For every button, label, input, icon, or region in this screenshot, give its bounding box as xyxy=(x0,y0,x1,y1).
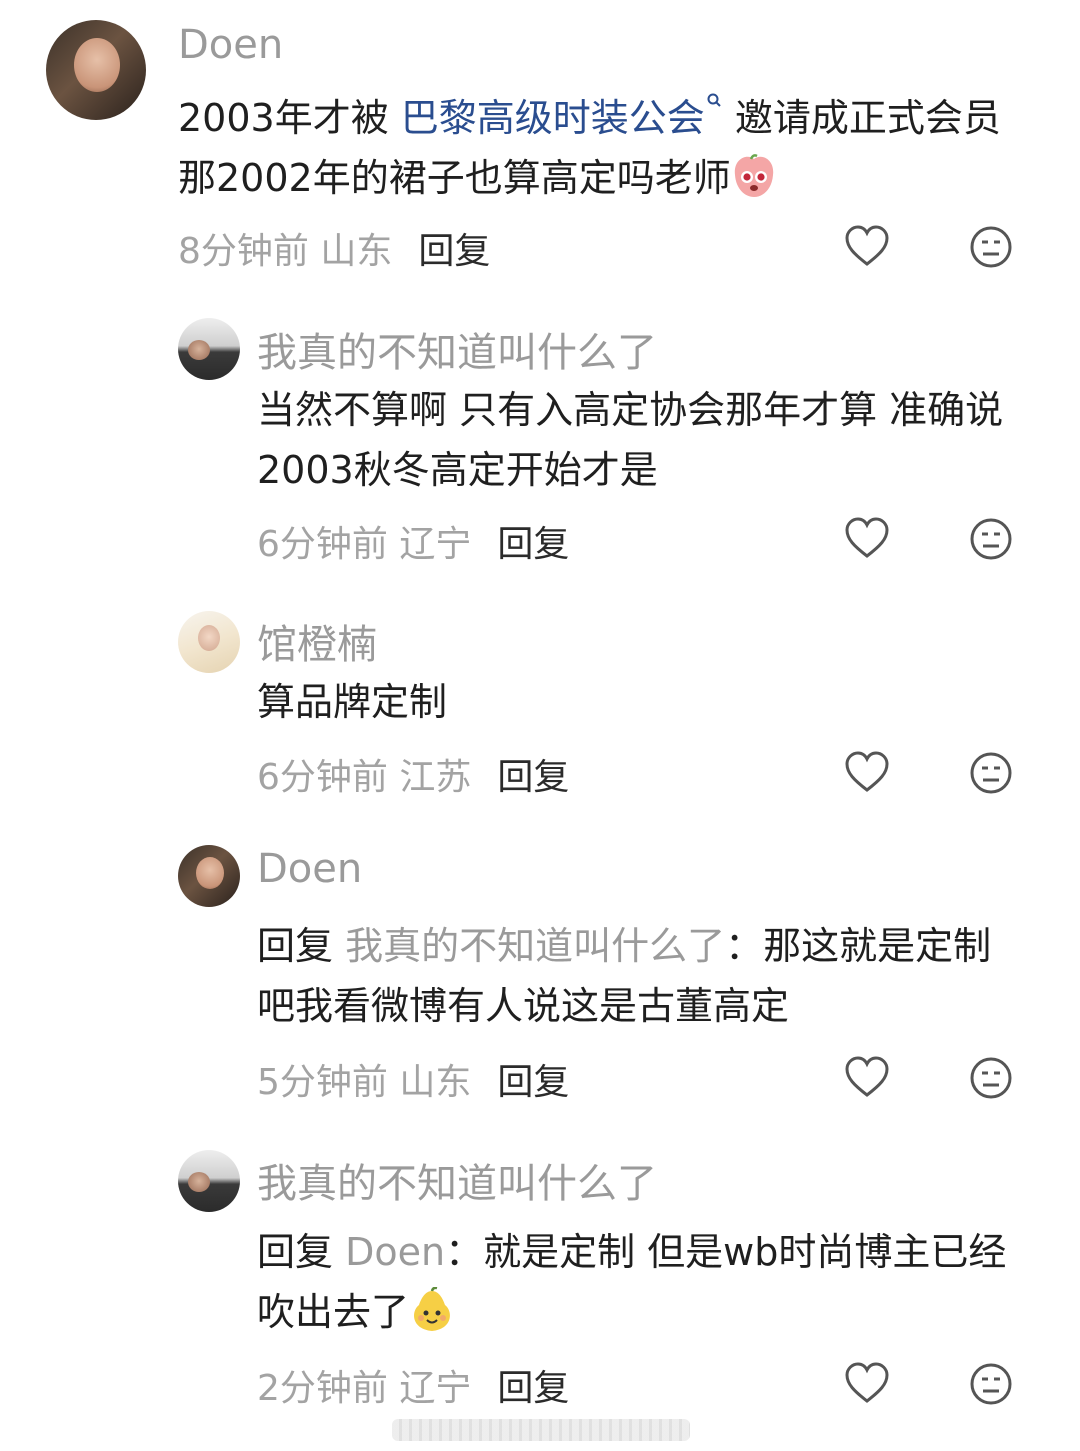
heart-outline-icon[interactable] xyxy=(844,224,890,270)
reply-to-username[interactable]: Doen xyxy=(345,1230,445,1274)
reply-to-username[interactable]: 我真的不知道叫什么了 xyxy=(345,924,725,968)
username[interactable]: 我真的不知道叫什么了 xyxy=(257,320,657,378)
avatar[interactable] xyxy=(178,611,240,673)
heart-outline-icon[interactable] xyxy=(844,516,890,562)
comment-text: 回复 我真的不知道叫什么了：那这就是定制吧我看微博有人说这是古董高定 xyxy=(257,916,1027,1036)
time-location: 2分钟前 辽宁 xyxy=(257,1368,472,1409)
reply-button[interactable]: 回复 xyxy=(497,524,569,565)
username[interactable]: 我真的不知道叫什么了 xyxy=(257,1151,657,1209)
heart-outline-icon[interactable] xyxy=(844,1055,890,1101)
meh-face-icon[interactable] xyxy=(968,516,1014,562)
search-icon xyxy=(707,93,721,107)
comment-text-part: 2003年才被 xyxy=(178,96,401,140)
avatar[interactable] xyxy=(178,1150,240,1212)
comment-meta: 6分钟前 辽宁 回复 xyxy=(257,515,569,567)
username[interactable]: Doen xyxy=(178,22,283,68)
username[interactable]: Doen xyxy=(257,846,362,892)
reply-button[interactable]: 回复 xyxy=(497,757,569,798)
meh-face-icon[interactable] xyxy=(968,750,1014,796)
reply-button[interactable]: 回复 xyxy=(418,231,490,272)
meh-face-icon[interactable] xyxy=(968,224,1014,270)
time-location: 5分钟前 山东 xyxy=(257,1062,472,1103)
avatar[interactable] xyxy=(178,318,240,380)
comment-text: 算品牌定制 xyxy=(257,680,448,724)
reply-button[interactable]: 回复 xyxy=(497,1368,569,1409)
pink-peach-pleading-emoji xyxy=(734,154,773,197)
reply-button[interactable]: 回复 xyxy=(497,1062,569,1103)
comment-text: 2003年才被 巴黎高级时装公会 邀请成正式会员那2002年的裙子也算高定吗老师 xyxy=(178,88,1028,208)
comment-meta: 6分钟前 江苏 回复 xyxy=(257,748,569,800)
time-location: 6分钟前 辽宁 xyxy=(257,524,472,565)
comment-text: 当然不算啊 只有入高定协会那年才算 准确说2003秋冬高定开始才是 xyxy=(257,388,1004,492)
comment-text: 回复 Doen：就是定制 但是wb时尚博主已经吹出去了 xyxy=(257,1222,1027,1342)
yellow-pear-smiling-emoji xyxy=(414,1287,450,1331)
meh-face-icon[interactable] xyxy=(968,1055,1014,1101)
avatar[interactable] xyxy=(46,20,146,120)
avatar[interactable] xyxy=(178,845,240,907)
username[interactable]: 馆橙楠 xyxy=(257,612,377,670)
reply-prefix: 回复 xyxy=(257,924,334,968)
comment-meta: 2分钟前 辽宁 回复 xyxy=(257,1359,569,1411)
comment-meta: 5分钟前 山东 回复 xyxy=(257,1053,569,1105)
time-location: 8分钟前 山东 xyxy=(178,231,393,272)
topic-link[interactable]: 巴黎高级时装公会 xyxy=(401,96,705,140)
heart-outline-icon[interactable] xyxy=(844,750,890,796)
time-location: 6分钟前 江苏 xyxy=(257,757,472,798)
heart-outline-icon[interactable] xyxy=(844,1361,890,1407)
comment-meta: 8分钟前 山东 回复 xyxy=(178,222,490,274)
watermark-strip xyxy=(392,1419,690,1441)
meh-face-icon[interactable] xyxy=(968,1361,1014,1407)
reply-prefix: 回复 xyxy=(257,1230,334,1274)
